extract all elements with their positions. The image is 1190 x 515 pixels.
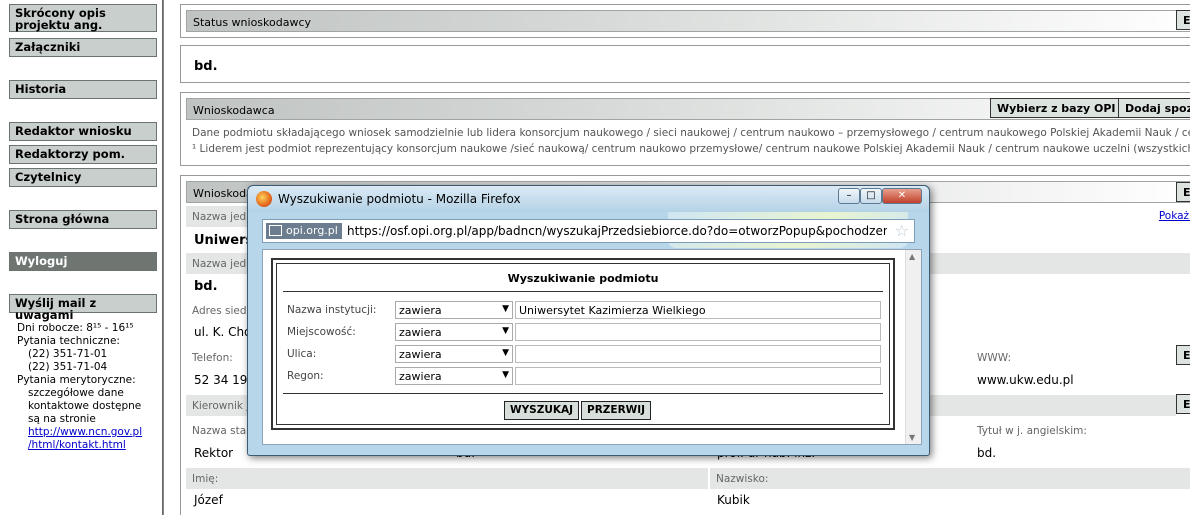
street-operator-value: zawiera xyxy=(399,348,442,361)
tech-phone-2: (22) 351-71-04 xyxy=(28,361,108,373)
street-label: Ulica: xyxy=(287,348,317,360)
applicant-description: Dane podmiotu składającego wniosek samod… xyxy=(192,127,1190,139)
leader-footnote: ¹ Liderem jest podmiot reprezentujący ko… xyxy=(192,143,1190,155)
search-form-inner: Wyszukiwanie podmiotu Nazwa instytucji: … xyxy=(276,263,890,425)
street-input[interactable] xyxy=(515,345,881,363)
chevron-down-icon: ▼ xyxy=(502,370,509,380)
status-value: bd. xyxy=(194,59,218,74)
minimize-button[interactable]: – xyxy=(838,188,860,204)
contact-info: Dni robocze: 8¹⁵ - 16¹⁵ Pytania technicz… xyxy=(17,322,152,452)
www-edit-button[interactable]: E xyxy=(1176,345,1190,365)
tech-questions-label: Pytania techniczne: xyxy=(17,335,120,347)
merit-questions-label: Pytania merytoryczne: xyxy=(17,374,136,386)
chevron-down-icon: ▼ xyxy=(502,326,509,336)
regon-input[interactable] xyxy=(515,367,881,385)
city-operator-select[interactable]: zawiera ▼ xyxy=(395,323,513,341)
workdays-text: Dni robocze: 8¹⁵ - 16¹⁵ xyxy=(17,322,134,334)
phone-value: 52 34 19 xyxy=(194,373,248,387)
show-link-cell: Pokaż w xyxy=(971,205,1190,227)
institution-name-operator-select[interactable]: zawiera ▼ xyxy=(395,301,513,319)
merit-questions-text: szczegółowe dane kontaktowe dostępne są … xyxy=(28,387,142,425)
show-in-link[interactable]: Pokaż w xyxy=(1159,210,1190,222)
sidebar: Skrócony opis projektu ang. Załączniki H… xyxy=(0,0,164,515)
firefox-icon xyxy=(256,191,272,207)
firstname-value: Józef xyxy=(194,493,223,507)
search-form: Wyszukiwanie podmiotu Nazwa instytucji: … xyxy=(271,258,895,430)
address-value: ul. K. Cho xyxy=(194,325,252,339)
sidebar-divider xyxy=(162,0,163,515)
detail-edit-button[interactable]: E xyxy=(1176,182,1190,202)
site-identity-text: opi.org.pl xyxy=(286,224,338,237)
regon-label: Regon: xyxy=(287,370,324,382)
city-input[interactable] xyxy=(515,323,881,341)
status-value-panel: bd. xyxy=(180,45,1190,83)
head-label-right xyxy=(926,394,1176,416)
close-button[interactable]: ✕ xyxy=(882,188,922,204)
sidebar-item-send-feedback[interactable]: Wyślij mail z uwagami xyxy=(9,294,157,321)
city-label: Miejscowość: xyxy=(287,326,356,338)
sidebar-item-readers[interactable]: Czytelnicy xyxy=(9,168,157,187)
www-value: www.ukw.edu.pl xyxy=(977,373,1074,387)
site-icon xyxy=(269,225,282,236)
choose-from-opi-button[interactable]: Wybierz z bazy OPI xyxy=(990,98,1123,118)
institution-name-operator-value: zawiera xyxy=(399,304,442,317)
institution-name-label: Nazwa instytucji: xyxy=(287,304,377,316)
form-title: Wyszukiwanie podmiotu xyxy=(507,272,659,285)
title-en-label: Tytuł w j. angielskim: xyxy=(971,419,1190,441)
sidebar-item-assistant-editors[interactable]: Redaktorzy pom. xyxy=(9,145,157,164)
scrollbar[interactable]: ▲ ▼ xyxy=(905,250,921,444)
add-external-button[interactable]: Dodaj spoza xyxy=(1118,98,1190,118)
scroll-down-icon[interactable]: ▼ xyxy=(909,433,915,442)
status-edit-button[interactable]: E xyxy=(1176,10,1190,30)
institution-name-input[interactable]: Uniwersytet Kazimierza Wielkiego xyxy=(515,301,881,319)
chevron-down-icon: ▼ xyxy=(502,348,509,358)
sidebar-item-logout[interactable]: Wyloguj xyxy=(9,252,157,271)
lastname-label: Nazwisko: xyxy=(710,467,1190,489)
search-popup-window: Wyszukiwanie podmiotu - Mozilla Firefox … xyxy=(247,185,930,456)
street-operator-select[interactable]: zawiera ▼ xyxy=(395,345,513,363)
maximize-button[interactable]: □ xyxy=(860,188,882,204)
head-edit-button[interactable]: E xyxy=(1176,394,1190,414)
position-value: Rektor xyxy=(194,446,234,460)
url-text: https://osf.opi.org.pl/app/badncn/wyszuk… xyxy=(347,224,887,238)
lastname-value: Kubik xyxy=(717,493,750,507)
sidebar-item-home[interactable]: Strona główna xyxy=(9,210,157,229)
city-operator-value: zawiera xyxy=(399,326,442,339)
regon-operator-value: zawiera xyxy=(399,370,442,383)
cancel-button[interactable]: PRZERWIJ xyxy=(581,401,652,420)
sidebar-item-application-editor[interactable]: Redaktor wniosku xyxy=(9,122,157,141)
sidebar-item-short-description-en[interactable]: Skrócony opis projektu ang. xyxy=(9,4,157,32)
unit-name-2-label-right xyxy=(926,252,1190,274)
scroll-up-icon[interactable]: ▲ xyxy=(909,252,915,261)
regon-operator-select[interactable]: zawiera ▼ xyxy=(395,367,513,385)
sidebar-item-attachments[interactable]: Załączniki xyxy=(9,38,157,57)
form-divider-bottom xyxy=(283,393,883,394)
contact-link[interactable]: http://www.ncn.gov.pl /html/kontakt.html xyxy=(28,426,142,451)
address-bar[interactable]: opi.org.pl https://osf.opi.org.pl/app/ba… xyxy=(262,219,915,243)
tech-phone-1: (22) 351-71-01 xyxy=(28,348,108,360)
form-divider-top xyxy=(283,291,883,292)
title-en-value: bd. xyxy=(977,446,997,460)
unit-name-2-value: bd. xyxy=(194,279,218,294)
sidebar-item-history[interactable]: Historia xyxy=(9,80,157,99)
bookmark-star-icon[interactable]: ☆ xyxy=(895,221,909,240)
popup-titlebar[interactable]: Wyszukiwanie podmiotu - Mozilla Firefox … xyxy=(248,186,929,212)
chevron-down-icon: ▼ xyxy=(502,304,509,314)
firstname-label: Imię: xyxy=(186,467,708,489)
popup-title: Wyszukiwanie podmiotu - Mozilla Firefox xyxy=(278,192,521,206)
search-button[interactable]: WYSZUKAJ xyxy=(504,401,580,420)
status-bar: Status wnioskodawcy xyxy=(186,10,1190,32)
site-identity-badge[interactable]: opi.org.pl xyxy=(266,223,342,239)
status-panel: Status wnioskodawcy xyxy=(180,4,1190,38)
popup-content: ▲ ▼ Wyszukiwanie podmiotu Nazwa instytuc… xyxy=(262,249,922,445)
www-label: WWW: xyxy=(971,346,1171,368)
